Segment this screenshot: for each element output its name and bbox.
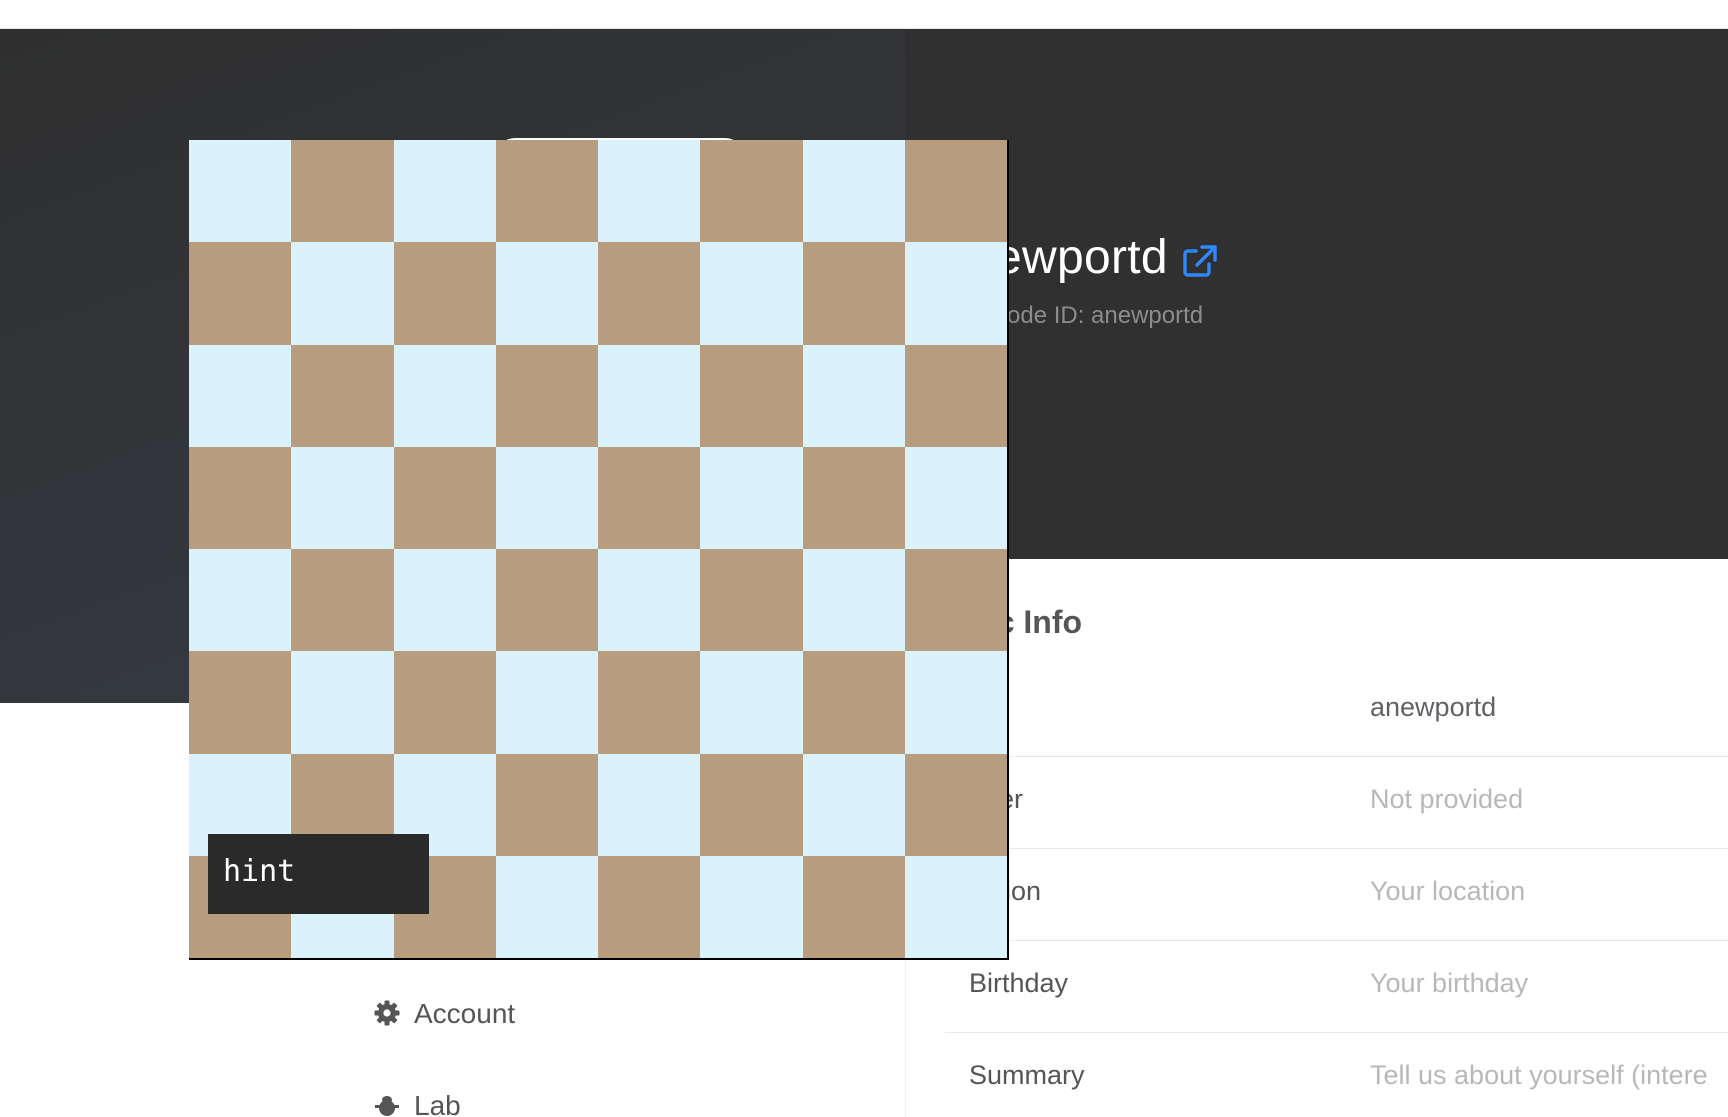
board-square[interactable] xyxy=(189,446,292,549)
board-square[interactable] xyxy=(495,549,598,652)
board-square[interactable] xyxy=(904,140,1007,243)
board-square[interactable] xyxy=(495,753,598,856)
board-square[interactable] xyxy=(291,140,394,243)
info-row-value: anewportd xyxy=(1370,692,1497,722)
board-square[interactable] xyxy=(802,651,905,754)
board-square[interactable] xyxy=(189,549,292,652)
top-bar xyxy=(0,0,1728,29)
board-square[interactable] xyxy=(495,651,598,754)
board-square[interactable] xyxy=(291,242,394,345)
board-square[interactable] xyxy=(802,446,905,549)
profile-code-id: code ID: anewportd xyxy=(995,302,1204,329)
board-square[interactable] xyxy=(598,753,701,856)
board-square[interactable] xyxy=(291,651,394,754)
board-square[interactable] xyxy=(802,242,905,345)
board-square[interactable] xyxy=(291,344,394,447)
sidebar-item-label: Lab xyxy=(414,1090,461,1117)
info-row-birthday[interactable]: Birthday Your birthday xyxy=(945,940,1728,1033)
info-row-summary[interactable]: Summary Tell us about yourself (intere xyxy=(945,1032,1728,1117)
board-square[interactable] xyxy=(904,549,1007,652)
board-square[interactable] xyxy=(802,344,905,447)
board-square[interactable] xyxy=(598,549,701,652)
board-square[interactable] xyxy=(189,651,292,754)
board-square[interactable] xyxy=(495,344,598,447)
board-square[interactable] xyxy=(700,753,803,856)
info-row-value: Your birthday xyxy=(1370,968,1529,998)
board-square[interactable] xyxy=(700,651,803,754)
sidebar-item-account[interactable]: Account xyxy=(374,998,515,1030)
board-square[interactable] xyxy=(189,344,292,447)
board-square[interactable] xyxy=(904,446,1007,549)
board-square[interactable] xyxy=(495,140,598,243)
board-square[interactable] xyxy=(904,753,1007,856)
board-square[interactable] xyxy=(189,140,292,243)
board-square[interactable] xyxy=(904,344,1007,447)
board-square[interactable] xyxy=(189,242,292,345)
gear-icon xyxy=(374,1000,400,1026)
board-square[interactable] xyxy=(700,344,803,447)
board-square[interactable] xyxy=(700,549,803,652)
board-square[interactable] xyxy=(495,855,598,958)
board-square[interactable] xyxy=(495,446,598,549)
board-square[interactable] xyxy=(598,446,701,549)
info-row-username[interactable]: me anewportd xyxy=(945,664,1728,757)
info-row-label: Birthday xyxy=(969,968,1069,998)
board-square[interactable] xyxy=(393,446,496,549)
board-square[interactable] xyxy=(904,651,1007,754)
info-row-gender[interactable]: nder Not provided xyxy=(945,756,1728,849)
board-square[interactable] xyxy=(904,855,1007,958)
board-square[interactable] xyxy=(393,549,496,652)
board-square[interactable] xyxy=(802,753,905,856)
info-row-label: Summary xyxy=(969,1060,1085,1090)
info-row-value: Not provided xyxy=(1370,784,1524,814)
board-square[interactable] xyxy=(700,140,803,243)
board-square[interactable] xyxy=(598,651,701,754)
board-square[interactable] xyxy=(802,140,905,243)
board-square[interactable] xyxy=(393,651,496,754)
board-square[interactable] xyxy=(598,855,701,958)
hint-button[interactable]: hint xyxy=(208,834,429,914)
board-square[interactable] xyxy=(393,242,496,345)
board-square[interactable] xyxy=(904,242,1007,345)
info-row-value: Tell us about yourself (intere xyxy=(1370,1060,1708,1090)
profile-header xyxy=(905,29,1728,559)
board-square[interactable] xyxy=(291,549,394,652)
board-square[interactable] xyxy=(802,855,905,958)
bug-icon xyxy=(374,1092,400,1117)
board-square[interactable] xyxy=(802,549,905,652)
board-square[interactable] xyxy=(598,242,701,345)
board-square[interactable] xyxy=(700,855,803,958)
board-square[interactable] xyxy=(393,140,496,243)
external-link-icon[interactable] xyxy=(1182,244,1218,278)
info-row-value: Your location xyxy=(1370,876,1526,906)
page: ewportd code ID: anewportd sic Info me a… xyxy=(0,0,1728,1117)
board-square[interactable] xyxy=(598,140,701,243)
sidebar-item-lab[interactable]: Lab xyxy=(374,1090,461,1117)
board-square[interactable] xyxy=(700,446,803,549)
board-square[interactable] xyxy=(700,242,803,345)
info-row-location[interactable]: cation Your location xyxy=(945,848,1728,941)
board-square[interactable] xyxy=(598,344,701,447)
sidebar-item-label: Account xyxy=(414,998,516,1029)
profile-username: ewportd xyxy=(995,231,1168,284)
board-square[interactable] xyxy=(291,446,394,549)
board-square[interactable] xyxy=(393,344,496,447)
board-square[interactable] xyxy=(495,242,598,345)
